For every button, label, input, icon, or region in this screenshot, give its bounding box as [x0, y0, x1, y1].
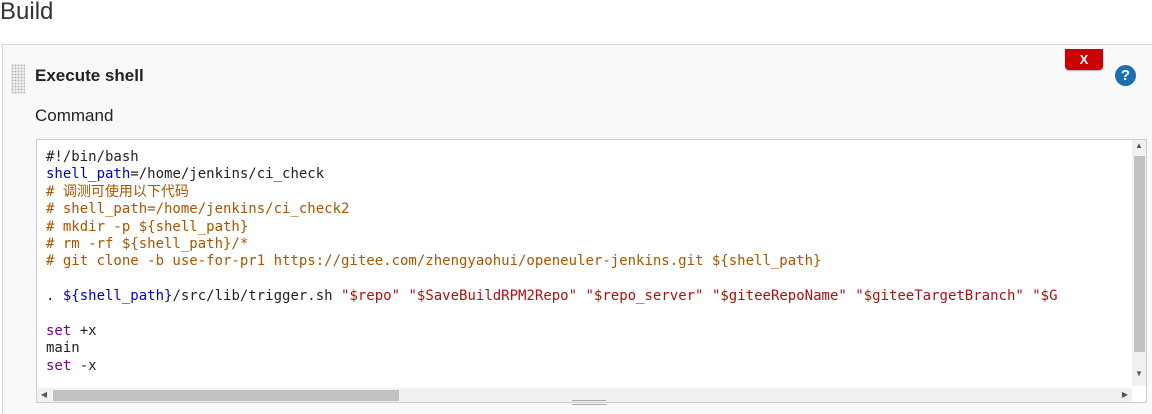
code-token: main	[46, 340, 80, 357]
code-line: main	[46, 340, 1058, 357]
code-token: # rm -rf ${shell_path}/*	[46, 235, 249, 252]
code-token: "$SaveBuildRPM2Repo"	[408, 288, 578, 305]
vertical-scroll-thumb[interactable]	[1134, 156, 1145, 352]
command-label: Command	[35, 106, 114, 125]
arrow-right-icon[interactable]: ▶	[1119, 390, 1131, 399]
code-line: shell_path=/home/jenkins/ci_check	[46, 166, 1058, 183]
step-title: Execute shell	[35, 66, 144, 85]
code-token: # mkdir -p ${shell_path}	[46, 218, 249, 235]
delete-step-button[interactable]: X	[1065, 49, 1103, 70]
editor-resize-handle[interactable]	[572, 400, 606, 405]
arrow-down-icon[interactable]: ▼	[1132, 369, 1146, 378]
code-token: =/home/jenkins/ci_check	[130, 166, 325, 183]
code-token: shell_path	[46, 166, 131, 183]
code-token: "$repo_server"	[585, 288, 704, 305]
execute-shell-step: Execute shell X ? Command #!/bin/bash she…	[2, 44, 1152, 414]
code-token: # git clone -b use-for-pr1 https://gitee…	[46, 253, 822, 270]
code-token: set	[46, 322, 72, 339]
code-token: ${shell_path}	[62, 288, 173, 305]
code-token: +x	[71, 322, 97, 339]
code-line: # mkdir -p ${shell_path}	[46, 219, 1058, 236]
help-icon[interactable]: ?	[1115, 65, 1136, 86]
code-token: "$G	[1032, 288, 1058, 305]
code-line: set -x	[46, 358, 1058, 375]
code-token: -x	[71, 357, 97, 374]
code-token: "$giteeTargetBranch"	[855, 288, 1024, 305]
code-line: # 调测可使用以下代码	[46, 184, 1058, 201]
code-line: set +x	[46, 323, 1058, 340]
horizontal-scroll-thumb[interactable]	[53, 390, 399, 401]
code-line: #!/bin/bash	[46, 149, 1058, 166]
arrow-up-icon[interactable]: ▲	[1132, 141, 1146, 150]
code-line: # shell_path=/home/jenkins/ci_check2	[46, 201, 1058, 218]
code-line: # rm -rf ${shell_path}/*	[46, 236, 1058, 253]
section-title: Build	[0, 0, 54, 25]
code-token: "$repo"	[341, 288, 401, 305]
command-code[interactable]: #!/bin/bash shell_path=/home/jenkins/ci_c…	[46, 149, 1058, 375]
code-line: # git clone -b use-for-pr1 https://gitee…	[46, 253, 1058, 270]
code-token: # shell_path=/home/jenkins/ci_check2	[46, 201, 350, 218]
drag-handle-icon[interactable]	[11, 64, 25, 94]
command-editor[interactable]: #!/bin/bash shell_path=/home/jenkins/ci_c…	[36, 139, 1147, 403]
code-token: .	[46, 288, 63, 305]
code-token: set	[46, 357, 72, 374]
code-token: #!/bin/bash	[46, 149, 139, 165]
code-token: # 调测可使用以下代码	[46, 183, 189, 200]
code-line: . ${shell_path}/src/lib/trigger.sh "$rep…	[46, 288, 1058, 305]
vertical-scrollbar[interactable]: ▲ ▼	[1132, 140, 1146, 386]
arrow-left-icon[interactable]: ◀	[38, 390, 50, 399]
code-token: "$giteeRepoName"	[711, 288, 847, 305]
code-token: /src/lib/trigger.sh	[172, 288, 342, 305]
